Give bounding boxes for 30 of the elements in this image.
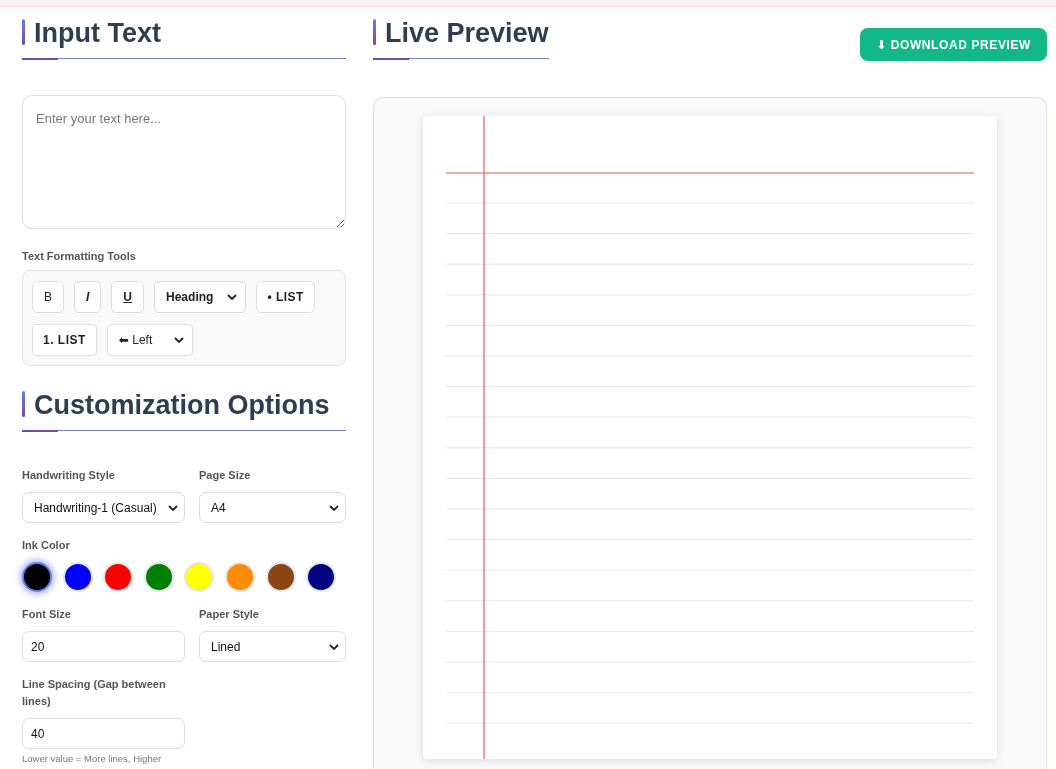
field-label: Ink Color bbox=[22, 538, 71, 553]
hint-text: Lower value = More lines, Higher bbox=[22, 753, 163, 764]
ink-color-swatch[interactable] bbox=[22, 562, 52, 592]
field-label: Paper Style bbox=[199, 607, 260, 622]
font-size-field[interactable]: 20 bbox=[22, 631, 185, 662]
section-heading: Customization Options bbox=[22, 390, 346, 431]
chevron-icon bbox=[329, 504, 339, 511]
underline-button[interactable]: U bbox=[111, 281, 145, 313]
chevron-icon bbox=[227, 294, 238, 300]
handwriting-style-select[interactable]: Handwriting-1 (Casual) bbox=[22, 492, 185, 523]
italic-button[interactable]: I bbox=[74, 281, 102, 313]
field-label: Text Formatting Tools bbox=[22, 249, 137, 264]
chevron-icon bbox=[329, 643, 339, 650]
text-input-area[interactable]: Enter your text here... bbox=[22, 95, 346, 229]
chevron-icon bbox=[174, 337, 185, 343]
alignment-dropdown[interactable]: ⬅ Left bbox=[106, 324, 194, 356]
section-heading: Input Text bbox=[22, 18, 346, 59]
chevron-icon bbox=[168, 504, 178, 511]
list-button[interactable]: • LIST bbox=[256, 281, 315, 313]
bold-button[interactable]: B bbox=[32, 281, 64, 313]
heading-dropdown[interactable]: Heading bbox=[154, 281, 247, 313]
list-button[interactable]: 1. LIST bbox=[32, 324, 97, 356]
field-label: Line Spacing (Gap between lines) bbox=[22, 677, 167, 709]
page-size-select[interactable]: A4 bbox=[199, 492, 346, 523]
field-label: Page Size bbox=[199, 468, 252, 483]
paper-style-select[interactable]: Lined bbox=[199, 631, 346, 662]
line-spacing-field[interactable]: 40 bbox=[22, 718, 185, 749]
section-heading: Live Preview bbox=[373, 18, 549, 59]
field-label: Font Size bbox=[22, 607, 72, 622]
field-label: Handwriting Style bbox=[22, 468, 116, 483]
